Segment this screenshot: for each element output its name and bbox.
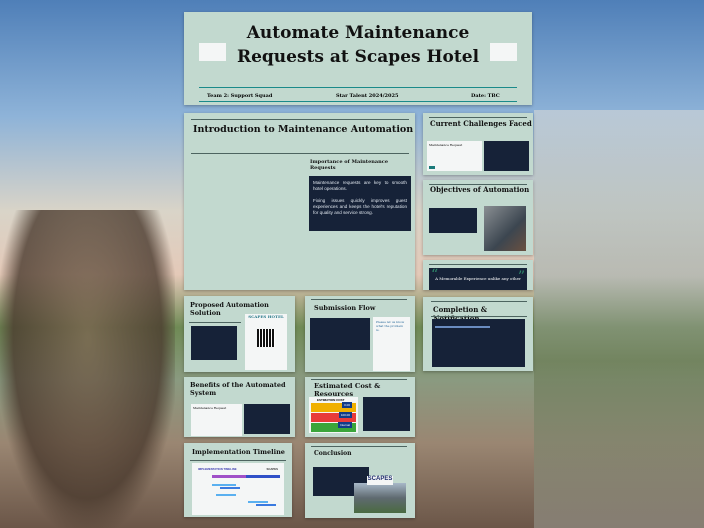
background-chair xyxy=(0,210,175,528)
form-title: Please let us know what the problem is. xyxy=(376,320,405,332)
cost-value: 100.00 xyxy=(338,412,352,418)
form-preview: Maintenance Request xyxy=(191,404,242,436)
objectives-heading: Objectives of Automation xyxy=(430,185,530,194)
completion-textbox xyxy=(432,319,525,367)
quote-slide[interactable]: “ A Memorable Experience unlike any othe… xyxy=(423,260,533,290)
highlighted-step xyxy=(435,326,490,328)
conclusion-heading: Conclusion xyxy=(314,450,352,457)
quote-text: A Memorable Experience unlike any other xyxy=(435,276,521,281)
submission-heading: Submission Flow xyxy=(314,304,376,312)
divider xyxy=(190,460,286,461)
divider xyxy=(311,299,407,300)
divider xyxy=(429,264,527,265)
form-title: Maintenance Request xyxy=(429,143,463,147)
quote-box: “ A Memorable Experience unlike any othe… xyxy=(429,267,527,290)
background-building xyxy=(534,110,704,528)
qr-code xyxy=(257,329,275,347)
form-title: Maintenance Request xyxy=(193,406,227,410)
task-bar xyxy=(220,487,240,489)
divider xyxy=(429,117,527,118)
open-quote-icon: “ xyxy=(431,267,439,283)
photo-technician xyxy=(484,206,526,251)
objectives-textbox xyxy=(429,208,477,233)
objectives-slide[interactable]: Objectives of Automation xyxy=(423,180,533,255)
timeline-header-bar xyxy=(212,475,280,478)
cost-value: 0.00 xyxy=(342,402,352,408)
benefits-textbox xyxy=(244,404,290,434)
divider xyxy=(431,301,527,302)
date-label: Date: TBC xyxy=(471,93,500,99)
task-bar xyxy=(248,501,268,503)
intro-paragraph: Maintenance requests are key to smooth h… xyxy=(313,180,407,191)
challenges-textbox xyxy=(484,141,529,171)
cost-textbox xyxy=(363,397,410,431)
timeline-heading: Implementation Timeline xyxy=(192,448,285,456)
divider xyxy=(199,101,517,102)
intro-subheading: Importance of Maintenance Requests xyxy=(310,159,389,171)
challenges-slide[interactable]: Current Challenges Faced Maintenance Req… xyxy=(423,113,533,175)
task-bar xyxy=(212,484,236,486)
intro-slide[interactable]: Introduction to Maintenance Automation I… xyxy=(184,113,415,290)
close-quote-icon: ” xyxy=(517,269,525,285)
completion-slide[interactable]: Completion & Notification xyxy=(423,297,533,371)
timeline-slide[interactable]: Implementation Timeline IMPLEMENTATION T… xyxy=(184,443,292,517)
hotel-photo xyxy=(354,483,406,513)
divider xyxy=(191,119,409,120)
title-line-2: Requests at Scapes Hotel xyxy=(236,47,480,67)
brand-label: SCAPES xyxy=(266,467,278,471)
program-label: Star Talent 2024/2025 xyxy=(336,93,399,99)
cost-heading: Estimated Cost & Resources xyxy=(314,382,381,398)
intro-textbox: Maintenance requests are key to smooth h… xyxy=(309,176,411,231)
divider xyxy=(311,446,407,447)
intro-paragraph: Fixing issues quickly improves guest exp… xyxy=(313,198,407,215)
title-slide[interactable]: Automate Maintenance Requests at Scapes … xyxy=(184,12,532,105)
benefits-slide[interactable]: Benefits of the Automated System Mainten… xyxy=(184,377,295,437)
form-preview: Please let us know what the problem is. xyxy=(373,317,410,371)
title-line-1: Automate Maintenance xyxy=(246,23,470,43)
scapes-logo: SCAPES xyxy=(367,476,393,485)
poster-title: SCAPES HOTEL xyxy=(248,314,284,319)
divider xyxy=(431,316,527,317)
cost-slide[interactable]: Estimated Cost & Resources ESTIMATION CO… xyxy=(305,377,415,437)
divider xyxy=(191,153,409,154)
proposed-slide[interactable]: Proposed Automation Solution SCAPES HOTE… xyxy=(184,296,295,372)
submission-steps xyxy=(310,318,370,350)
team-label: Team 2: Support Squad xyxy=(207,93,273,99)
presentation-title: Automate Maintenance Requests at Scapes … xyxy=(184,21,532,69)
qr-poster: SCAPES HOTEL xyxy=(245,314,287,370)
cost-value: Internal xyxy=(337,422,352,428)
form-preview: Maintenance Request xyxy=(427,141,482,171)
divider xyxy=(311,379,407,380)
conclusion-slide[interactable]: Conclusion SCAPES xyxy=(305,443,415,518)
brand-label: SCAPES xyxy=(367,476,393,482)
task-bar xyxy=(216,494,236,496)
challenges-heading: Current Challenges Faced xyxy=(430,119,532,128)
benefits-heading: Benefits of the Automated System xyxy=(190,381,286,397)
cost-table: ESTIMATION COST 0.00 100.00 Internal xyxy=(309,397,358,433)
submission-slide[interactable]: Submission Flow Please let us know what … xyxy=(305,296,415,372)
gantt-chart: IMPLEMENTATION TIMELINE SCAPES xyxy=(192,463,284,515)
chart-title: IMPLEMENTATION TIMELINE xyxy=(198,467,237,471)
submit-button xyxy=(429,166,435,169)
intro-heading: Introduction to Maintenance Automation xyxy=(193,124,414,135)
proposed-textbox xyxy=(191,326,237,360)
divider xyxy=(189,322,241,323)
task-bar xyxy=(256,504,276,506)
divider xyxy=(199,87,517,88)
